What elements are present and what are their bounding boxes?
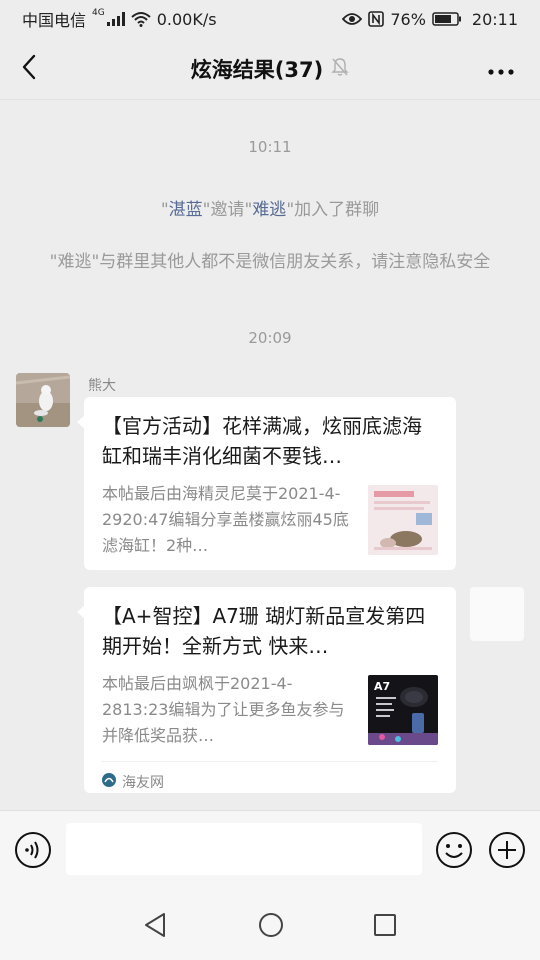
card-source: 海友网 <box>102 761 438 801</box>
card-desc: 本帖最后由飒枫于2021-4-2813:23编辑为了让更多鱼友参与并降低奖品获… <box>102 674 345 745</box>
more-dots-icon <box>488 60 514 79</box>
network-label: 4G <box>92 8 105 18</box>
back-button[interactable] <box>14 52 44 86</box>
inviter-link[interactable]: 湛蓝 <box>169 200 203 220</box>
sender-name: 熊大 <box>88 378 116 394</box>
battery-icon <box>432 12 462 26</box>
source-logo-icon <box>102 772 116 791</box>
back-arrow-icon <box>21 54 37 84</box>
card-thumbnail: A7 <box>368 675 438 745</box>
nfc-icon <box>368 11 385 27</box>
quote-open: " <box>160 200 169 220</box>
invite-notice: "湛蓝"邀请"难逃"加入了群聊 <box>40 197 500 223</box>
nav-back-button[interactable] <box>140 910 170 940</box>
system-nav-bar <box>0 888 540 960</box>
nav-recent-icon <box>370 914 400 944</box>
message-list[interactable]: 10:11 "湛蓝"邀请"难逃"加入了群聊 "难逃"与群里其他人都不是微信朋友关… <box>0 100 540 810</box>
mute-bell-icon <box>331 57 349 81</box>
timestamp: 20:09 <box>248 329 292 347</box>
speed-label: 0.00K/s <box>156 9 217 29</box>
input-bar <box>0 810 540 888</box>
clock-label: 20:11 <box>471 9 518 29</box>
more-actions-button[interactable] <box>488 831 526 869</box>
battery-label: 76% <box>390 9 426 29</box>
status-bar: 中国电信 4G 0.00K/s 76% 20:11 <box>0 0 540 38</box>
wifi-icon <box>131 11 151 27</box>
status-right: 76% 20:11 <box>342 10 518 29</box>
eye-icon <box>342 12 363 26</box>
more-button[interactable] <box>486 56 516 82</box>
plus-icon <box>488 832 526 873</box>
invite-suffix: "加入了群聊 <box>286 200 380 220</box>
carrier-label: 中国电信 <box>22 11 87 30</box>
card-title: 【A+智控】A7珊 瑚灯新品宣发第四期开始！全新方式 快来… <box>102 604 426 658</box>
nav-back-icon <box>140 913 170 944</box>
message-input[interactable] <box>66 823 422 875</box>
voice-icon <box>14 832 52 873</box>
invitee-link[interactable]: 难逃 <box>252 200 286 220</box>
voice-button[interactable] <box>14 831 52 869</box>
chat-title: 炫海结果(37) <box>190 57 324 82</box>
timestamp: 10:11 <box>248 138 292 156</box>
emoji-button[interactable] <box>435 831 473 869</box>
nav-recent-button[interactable] <box>370 910 400 940</box>
signal-icon <box>106 12 125 26</box>
nav-home-button[interactable] <box>256 910 286 940</box>
emoji-icon <box>435 832 473 873</box>
source-name: 海友网 <box>122 774 164 791</box>
status-left: 中国电信 4G 0.00K/s <box>22 7 217 31</box>
link-card[interactable]: 【A+智控】A7珊 瑚灯新品宣发第四期开始！全新方式 快来… 本帖最后由飒枫于2… <box>77 587 456 793</box>
nav-home-icon <box>256 913 286 944</box>
link-card[interactable]: 【官方活动】花样满减，炫丽底滤海缸和瑞丰消化细菌不要钱… 本帖最后由海精灵尼莫于… <box>77 397 456 570</box>
card-body: 本帖最后由飒枫于2021-4-2813:23编辑为了让更多鱼友参与并降低奖品获…… <box>102 671 438 749</box>
card-title: 【官方活动】花样满减，炫丽底滤海缸和瑞丰消化细菌不要钱… <box>102 414 422 468</box>
pending-message-bubble[interactable] <box>470 587 524 641</box>
card-thumbnail <box>368 485 438 555</box>
thumb-label: A7 <box>374 680 391 693</box>
chat-header: 炫海结果(37) <box>0 38 540 100</box>
privacy-warning: "难逃"与群里其他人都不是微信朋友关系，请注意隐私安全 <box>49 252 491 272</box>
avatar[interactable] <box>16 373 70 427</box>
card-desc: 本帖最后由海精灵尼莫于2021-4-2920:47编辑分享盖楼赢炫丽45底滤海缸… <box>102 484 349 555</box>
title-wrap: 炫海结果(37) <box>191 54 349 84</box>
card-body: 本帖最后由海精灵尼莫于2021-4-2920:47编辑分享盖楼赢炫丽45底滤海缸… <box>102 481 438 559</box>
invite-middle: "邀请" <box>202 200 253 220</box>
